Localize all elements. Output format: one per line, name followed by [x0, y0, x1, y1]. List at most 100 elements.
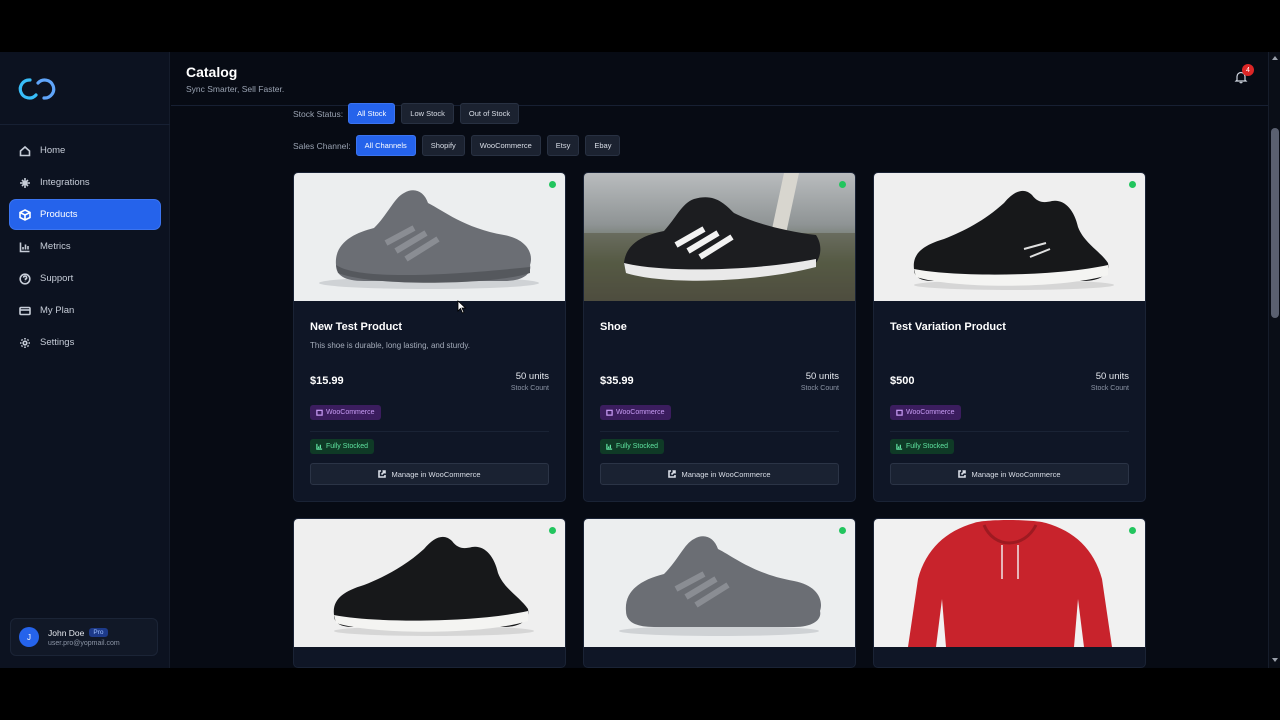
filter-ebay[interactable]: Ebay [585, 135, 621, 156]
stock-status-dot [839, 527, 846, 534]
sidebar-item-my-plan[interactable]: My Plan [10, 296, 160, 325]
gear-icon [20, 337, 30, 348]
store-icon [896, 409, 903, 416]
filter-etsy[interactable]: Etsy [546, 135, 580, 156]
stock-status-dot [549, 527, 556, 534]
shoe-image-icon [619, 536, 821, 636]
notification-count-badge: 4 [1242, 64, 1254, 76]
sidebar-item-label: Home [40, 145, 66, 156]
sidebar-item-home[interactable]: Home [10, 136, 160, 165]
mouse-cursor-icon [457, 300, 467, 314]
stock-status-dot [839, 181, 846, 188]
page-title: Catalog [186, 64, 238, 80]
product-card[interactable]: New Test Product This shoe is durable, l… [293, 172, 566, 502]
sales-channel-label: Sales Channel: [293, 140, 351, 151]
product-card[interactable]: Test Variation Product $500 50 units Sto… [873, 172, 1146, 502]
store-icon [606, 409, 613, 416]
channel-badge: WooCommerce [890, 405, 961, 420]
sidebar: Home Integrations Products Metrics Suppo… [0, 52, 170, 668]
sidebar-item-support[interactable]: Support [10, 264, 160, 293]
page-header: Catalog Sync Smarter, Sell Faster. 4 [171, 52, 1280, 106]
stock-status-filter: Stock Status: All Stock Low Stock Out of… [293, 103, 525, 124]
app-logo-icon[interactable] [18, 74, 56, 104]
manage-in-woocommerce-button[interactable]: Manage in WooCommerce [600, 463, 839, 485]
stock-status-badge: Fully Stocked [890, 439, 955, 454]
product-title: Shoe [600, 321, 627, 333]
external-link-icon [958, 470, 967, 478]
stock-status-badge: Fully Stocked [600, 439, 665, 454]
sidebar-nav: Home Integrations Products Metrics Suppo… [10, 136, 160, 360]
stock-count-label: Stock Count [510, 385, 549, 392]
product-price: $500 [890, 375, 915, 387]
chart-icon [896, 443, 903, 450]
sidebar-item-label: My Plan [40, 305, 75, 316]
filter-shopify[interactable]: Shopify [421, 135, 465, 156]
product-title: Test Variation Product [890, 321, 1006, 333]
product-image [294, 173, 565, 301]
chart-icon [606, 443, 613, 450]
filter-all-channels[interactable]: All Channels [355, 135, 416, 156]
page-subtitle: Sync Smarter, Sell Faster. [186, 84, 285, 94]
page-scrollbar[interactable] [1268, 52, 1280, 668]
product-image [294, 519, 565, 647]
scroll-up-arrow-icon[interactable] [1272, 56, 1278, 60]
scroll-down-arrow-icon[interactable] [1272, 658, 1278, 662]
user-profile-card[interactable]: J John Doe Pro user.pro@yopmail.com [10, 618, 158, 656]
card-icon [19, 306, 31, 315]
manage-button-label: Manage in WooCommerce [971, 469, 1061, 479]
sidebar-item-settings[interactable]: Settings [10, 328, 160, 357]
hoodie-image-icon [908, 520, 1112, 647]
sidebar-item-products[interactable]: Products [10, 200, 160, 229]
sidebar-item-metrics[interactable]: Metrics [10, 232, 160, 261]
shoe-image-icon [584, 173, 855, 301]
product-card[interactable] [873, 518, 1146, 668]
product-title: New Test Product [310, 321, 403, 333]
divider [310, 431, 549, 432]
sidebar-item-label: Settings [40, 337, 75, 348]
channel-badge: WooCommerce [310, 405, 381, 420]
stock-units: 50 units [515, 371, 549, 382]
stock-status-badge: Fully Stocked [310, 439, 375, 454]
chart-icon [316, 443, 323, 450]
shoe-image-icon [913, 190, 1114, 290]
channel-badge-label: WooCommerce [326, 409, 375, 416]
scroll-thumb[interactable] [1271, 128, 1279, 318]
filter-out-of-stock[interactable]: Out of Stock [459, 103, 520, 124]
app-window: Home Integrations Products Metrics Suppo… [0, 52, 1280, 668]
chart-icon [19, 242, 30, 252]
stock-units: 50 units [1095, 371, 1129, 382]
help-icon [19, 272, 31, 285]
avatar: J [19, 627, 39, 647]
home-icon [19, 145, 31, 156]
manage-in-woocommerce-button[interactable]: Manage in WooCommerce [310, 463, 549, 485]
channel-badge-label: WooCommerce [616, 409, 665, 416]
divider [890, 431, 1129, 432]
sidebar-item-integrations[interactable]: Integrations [10, 168, 160, 197]
product-card[interactable] [583, 518, 856, 668]
stock-status-label: Fully Stocked [616, 443, 659, 450]
stock-status-dot [549, 181, 556, 188]
stock-status-label: Fully Stocked [906, 443, 949, 450]
product-card[interactable]: Shoe $35.99 50 units Stock Count WooComm… [583, 172, 856, 502]
manage-button-label: Manage in WooCommerce [391, 469, 481, 479]
sidebar-item-label: Metrics [40, 241, 71, 252]
stock-count-label: Stock Count [1090, 385, 1129, 392]
user-email: user.pro@yopmail.com [48, 639, 120, 647]
external-link-icon [668, 470, 677, 478]
sidebar-divider [0, 124, 170, 125]
product-price: $15.99 [310, 375, 344, 387]
product-description: This shoe is durable, long lasting, and … [310, 341, 470, 350]
sidebar-item-label: Support [40, 273, 74, 284]
shoe-image-icon [333, 536, 534, 636]
integrations-icon [20, 177, 30, 188]
filter-all-stock[interactable]: All Stock [348, 103, 396, 124]
divider [600, 431, 839, 432]
channel-badge-label: WooCommerce [906, 409, 955, 416]
filter-low-stock[interactable]: Low Stock [401, 103, 454, 124]
product-card[interactable] [293, 518, 566, 668]
product-image [584, 173, 855, 301]
manage-in-woocommerce-button[interactable]: Manage in WooCommerce [890, 463, 1129, 485]
shoe-image-icon [319, 190, 539, 289]
filter-woocommerce[interactable]: WooCommerce [470, 135, 541, 156]
user-name: John Doe [48, 627, 85, 638]
